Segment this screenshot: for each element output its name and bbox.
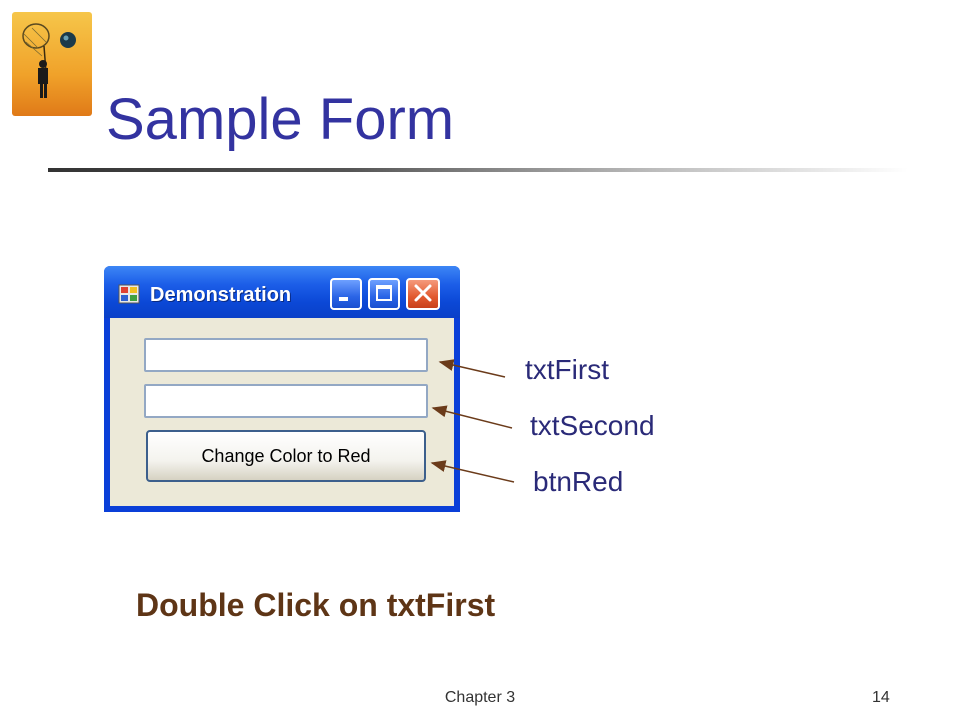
window-title: Demonstration (150, 284, 292, 306)
close-icon (414, 284, 432, 302)
maximize-icon (376, 285, 392, 301)
callout-txt-first: txtFirst (525, 354, 609, 385)
slide-logo (12, 12, 92, 116)
window-titlebar[interactable]: Demonstration (104, 266, 460, 318)
maximize-button[interactable] (368, 278, 400, 310)
form-client-area: Change Color to Red (110, 318, 454, 506)
txt-first-input[interactable] (144, 338, 428, 372)
form-app-icon (118, 284, 140, 304)
callout-txt-second: txtSecond (530, 410, 655, 441)
minimize-button[interactable] (330, 278, 362, 310)
footer-chapter: Chapter 3 (444, 689, 516, 706)
butterfly-net-figure-icon (12, 12, 92, 116)
page-number: 14 (872, 689, 890, 706)
slide-title: Sample Form (106, 87, 455, 152)
instruction-text: Double Click on txtFirst (136, 587, 496, 623)
btn-red-button[interactable]: Change Color to Red (146, 430, 426, 482)
callout-btn-red: btnRed (533, 466, 624, 497)
txt-second-input[interactable] (144, 384, 428, 418)
close-button[interactable] (406, 278, 440, 310)
title-divider (48, 168, 908, 172)
minimize-icon (339, 297, 348, 301)
demo-form-window: Demonstration Change Color to Red (104, 266, 460, 512)
